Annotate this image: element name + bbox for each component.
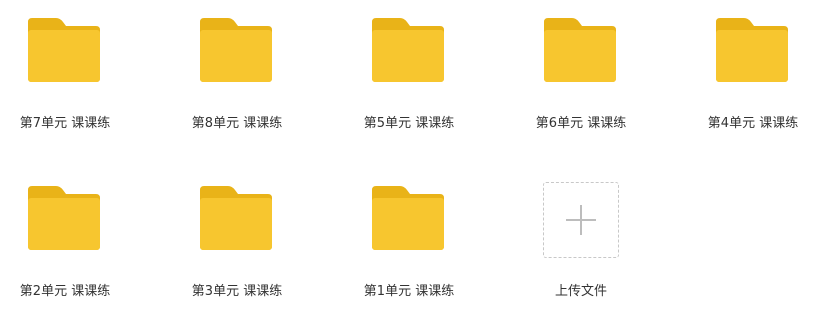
folder-item[interactable]: 第6单元 课课练 [521, 18, 651, 148]
folder-label: 第2单元 课课练 [19, 284, 111, 299]
folder-label: 第8单元 课课练 [191, 116, 283, 131]
folder-icon [26, 18, 102, 82]
file-grid: 第7单元 课课练 第8单元 课课练 第5单元 课课练 第6单元 课课练 第4单元… [0, 0, 824, 306]
folder-item[interactable]: 第7单元 课课练 [5, 18, 135, 148]
folder-icon [370, 18, 446, 82]
folder-label: 第1单元 课课练 [363, 284, 455, 299]
folder-item[interactable]: 第3单元 课课练 [177, 186, 307, 316]
folder-icon [198, 18, 274, 82]
folder-item[interactable]: 第8单元 课课练 [177, 18, 307, 148]
folder-icon [542, 18, 618, 82]
folder-icon [26, 186, 102, 250]
upload-dropzone[interactable] [543, 182, 619, 258]
folder-item[interactable]: 第4单元 课课练 [693, 18, 823, 148]
folder-label: 第7单元 课课练 [19, 116, 111, 131]
folder-icon [714, 18, 790, 82]
folder-item[interactable]: 第5单元 课课练 [349, 18, 479, 148]
folder-icon [198, 186, 274, 250]
folder-icon [370, 186, 446, 250]
folder-label: 第5单元 课课练 [363, 116, 455, 131]
folder-label: 第6单元 课课练 [535, 116, 627, 131]
upload-file-button[interactable]: 上传文件 [517, 182, 647, 312]
folder-item[interactable]: 第2单元 课课练 [5, 186, 135, 316]
folder-label: 第4单元 课课练 [707, 116, 799, 131]
folder-item[interactable]: 第1单元 课课练 [349, 186, 479, 316]
upload-label: 上传文件 [554, 284, 607, 299]
plus-icon [566, 205, 596, 235]
folder-label: 第3单元 课课练 [191, 284, 283, 299]
